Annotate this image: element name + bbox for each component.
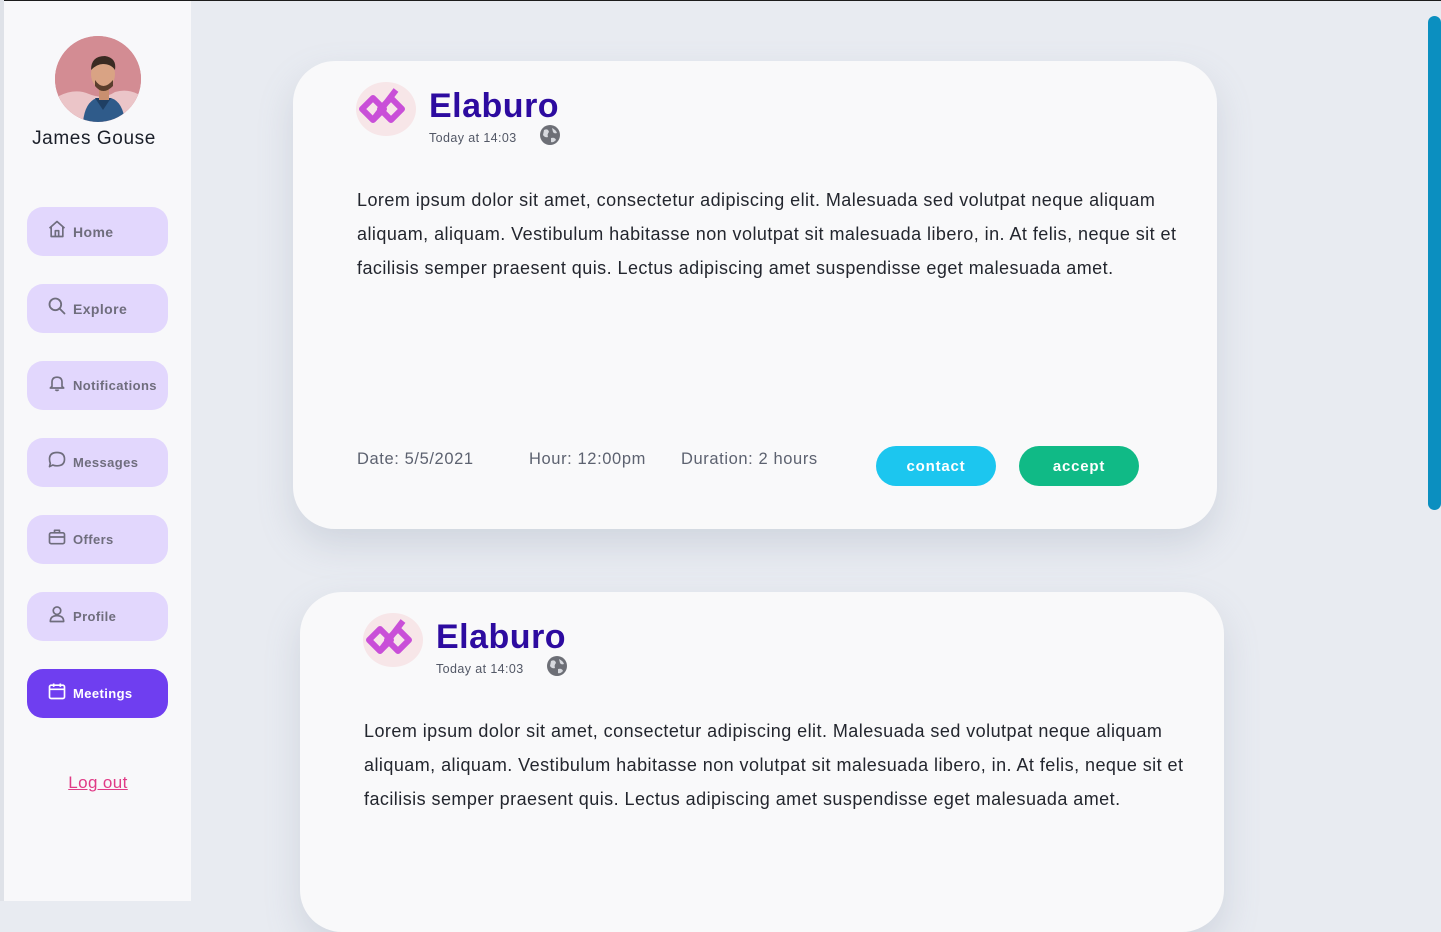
meeting-hour: Hour: 12:00pm: [529, 450, 646, 468]
globe-icon: [539, 124, 561, 146]
meeting-duration: Duration: 2 hours: [681, 450, 818, 468]
nav-home[interactable]: Home: [27, 207, 168, 256]
nav-notifications-label: Notifications: [73, 378, 157, 393]
accept-button[interactable]: accept: [1019, 446, 1139, 486]
nav-meetings[interactable]: Meetings: [27, 669, 168, 718]
home-icon: [47, 219, 67, 239]
search-icon: [47, 296, 67, 316]
scrollbar-thumb[interactable]: [1428, 16, 1441, 510]
nav-offers-label: Offers: [73, 532, 114, 547]
contact-button[interactable]: contact: [876, 446, 996, 486]
post-timestamp: Today at 14:03: [436, 662, 524, 676]
company-name[interactable]: Elaburo: [429, 87, 559, 126]
nav-explore-label: Explore: [73, 300, 128, 317]
post-timestamp: Today at 14:03: [429, 131, 517, 145]
meeting-date: Date: 5/5/2021: [357, 450, 474, 468]
sidebar: James Gouse Home Explore Notifications M…: [4, 1, 191, 901]
nav-notifications[interactable]: Notifications: [27, 361, 168, 410]
meeting-card: Elaburo Today at 14:03 Lorem ipsum dolor…: [300, 592, 1224, 932]
window-top-border: [0, 0, 1441, 1]
nav-offers[interactable]: Offers: [27, 515, 168, 564]
avatar[interactable]: [55, 36, 141, 122]
globe-icon: [546, 655, 568, 677]
nav-meetings-label: Meetings: [73, 686, 133, 701]
company-logo-icon: [363, 613, 423, 667]
post-body: Lorem ipsum dolor sit amet, consectetur …: [364, 721, 1184, 809]
post-body: Lorem ipsum dolor sit amet, consectetur …: [357, 190, 1177, 278]
briefcase-icon: [47, 527, 67, 547]
company-name[interactable]: Elaburo: [436, 618, 566, 657]
nav-messages-label: Messages: [73, 455, 139, 470]
nav-messages[interactable]: Messages: [27, 438, 168, 487]
calendar-icon: [47, 681, 67, 701]
nav-profile-label: Profile: [73, 609, 117, 624]
user-icon: [47, 604, 67, 624]
chat-bubble-icon: [47, 450, 67, 470]
company-logo-icon: [356, 82, 416, 136]
nav-home-label: Home: [73, 223, 114, 240]
user-photo-icon: [55, 36, 141, 122]
logout-link[interactable]: Log out: [4, 773, 192, 793]
nav-explore[interactable]: Explore: [27, 284, 168, 333]
meeting-card: Elaburo Today at 14:03 Lorem ipsum dolor…: [293, 61, 1217, 529]
user-name: James Gouse: [32, 128, 156, 149]
bell-icon: [47, 373, 67, 393]
nav-profile[interactable]: Profile: [27, 592, 168, 641]
